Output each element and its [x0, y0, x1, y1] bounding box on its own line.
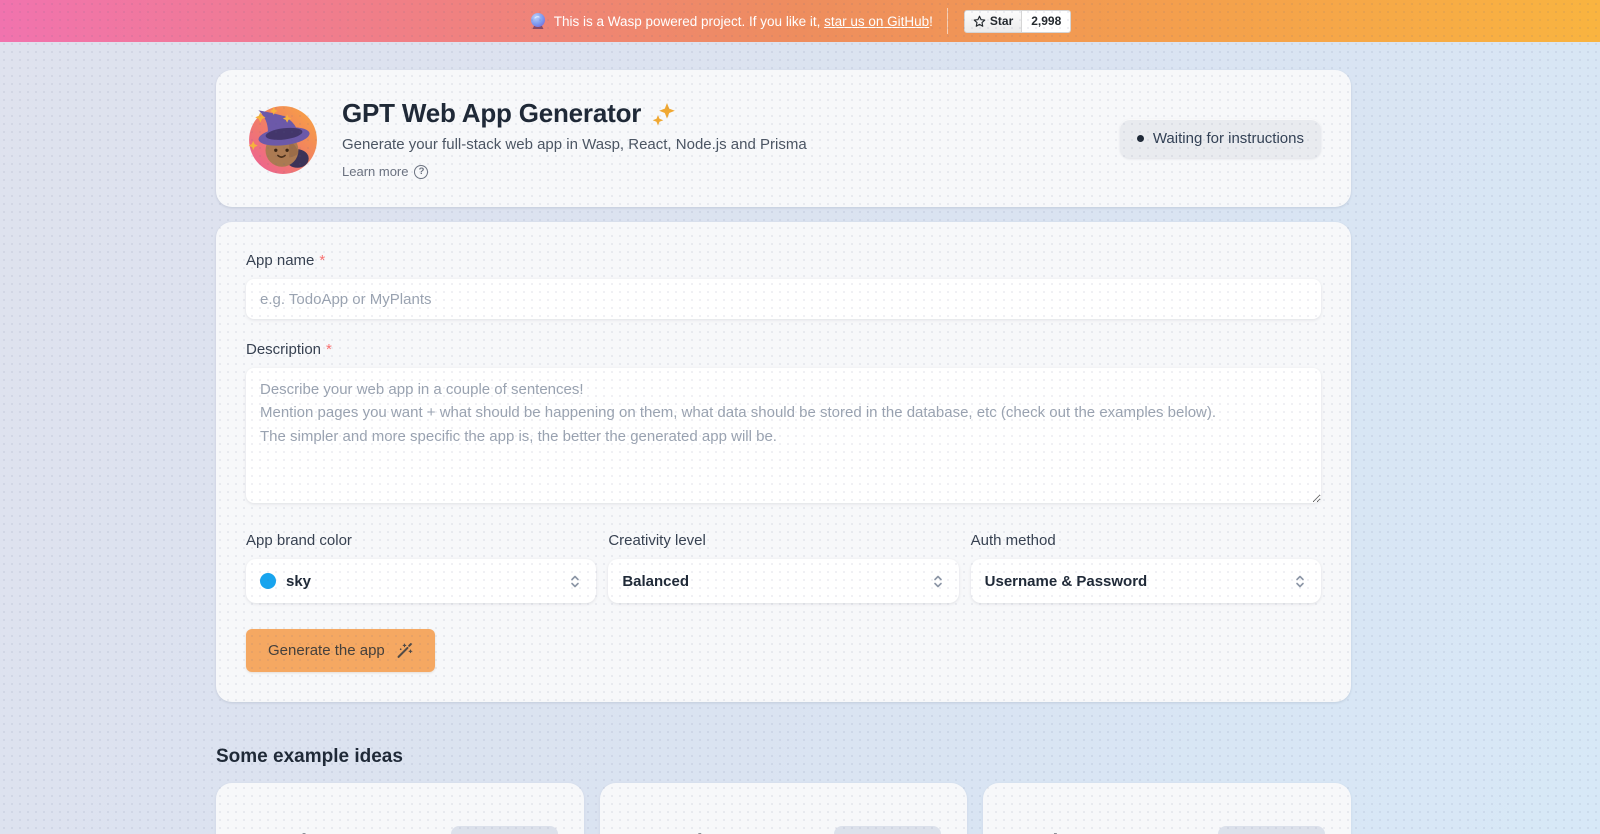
crystal-ball-icon: [530, 13, 545, 29]
github-star-count[interactable]: 2,998: [1022, 9, 1072, 33]
brand-color-field-group: App brand color sky: [246, 532, 597, 603]
page-subtitle: Generate your full-stack web app in Wasp…: [342, 136, 807, 153]
question-circle-icon: ?: [414, 164, 429, 179]
wasp-banner: This is a Wasp powered project. If you l…: [0, 0, 1600, 42]
required-asterisk: *: [319, 252, 326, 269]
github-star-label: Star: [989, 14, 1014, 28]
banner-message-prefix: This is a Wasp powered project. If you l…: [553, 13, 821, 29]
examples-heading: Some example ideas: [216, 746, 403, 767]
description-label: Description *: [246, 341, 332, 358]
chevron-up-down-icon: [571, 575, 580, 587]
magic-wand-icon: [397, 643, 413, 658]
generate-app-button[interactable]: Generate the app: [246, 629, 435, 672]
generate-app-button-label: Generate the app: [268, 642, 385, 659]
example-card-myplants: MyPlants Use this idea: [599, 783, 968, 834]
star-icon: [973, 15, 986, 27]
app-name-label: App name *: [246, 252, 326, 269]
banner-message-suffix: !: [929, 13, 933, 29]
brand-color-select[interactable]: sky: [246, 559, 597, 603]
wasp-mascot-logo: [248, 105, 317, 174]
description-field-group: Description *: [246, 341, 1321, 508]
brand-color-value: sky: [286, 572, 312, 590]
header-card: GPT Web App Generator Generate your full…: [216, 70, 1351, 207]
creativity-select[interactable]: Balanced: [608, 559, 959, 603]
brand-color-label: App brand color: [246, 532, 352, 549]
auth-method-field-group: Auth method Username & Password: [970, 532, 1321, 603]
app-name-input[interactable]: [246, 279, 1321, 319]
auth-method-value: Username & Password: [984, 572, 1148, 590]
github-star-button[interactable]: Star: [963, 9, 1023, 33]
example-card-todoapp: TodoApp Use this idea: [216, 783, 584, 834]
header-text-block: GPT Web App Generator Generate your full…: [342, 98, 807, 179]
creativity-label: Creativity level: [608, 532, 706, 549]
use-this-idea-button[interactable]: Use this idea: [834, 825, 942, 834]
use-this-idea-button[interactable]: Use this idea: [450, 825, 558, 834]
chevron-up-down-icon: [1296, 575, 1304, 587]
example-card-blog: Blog Use this idea: [983, 783, 1352, 834]
required-asterisk: *: [326, 341, 332, 358]
brand-color-dot-icon: [260, 573, 276, 589]
status-badge: Waiting for instructions: [1119, 119, 1321, 158]
generator-form-card: App name* Description* App brand color s…: [216, 222, 1351, 702]
learn-more-label: Learn more: [342, 164, 409, 179]
status-label: Waiting for instructions: [1152, 130, 1304, 147]
sparkles-icon: [652, 102, 675, 126]
banner-divider: [946, 8, 948, 34]
auth-method-label: Auth method: [970, 532, 1056, 549]
page-title: GPT Web App Generator: [342, 98, 642, 128]
banner-message: This is a Wasp powered project. If you l…: [529, 12, 933, 30]
github-star-widget[interactable]: Star 2,998: [963, 9, 1072, 33]
use-this-idea-button[interactable]: Use this idea: [1217, 825, 1326, 834]
status-dot-icon: [1136, 135, 1144, 142]
learn-more-link[interactable]: Learn more ?: [342, 164, 807, 179]
chevron-up-down-icon: [933, 575, 942, 587]
app-name-field-group: App name *: [246, 252, 1321, 319]
github-star-link[interactable]: star us on GitHub: [824, 14, 929, 29]
examples-row: TodoApp Use this idea MyPlants Use this …: [216, 783, 1352, 834]
creativity-value: Balanced: [622, 572, 690, 590]
creativity-field-group: Creativity level Balanced: [608, 532, 959, 603]
description-textarea[interactable]: [246, 368, 1321, 503]
auth-method-select[interactable]: Username & Password: [970, 559, 1321, 603]
